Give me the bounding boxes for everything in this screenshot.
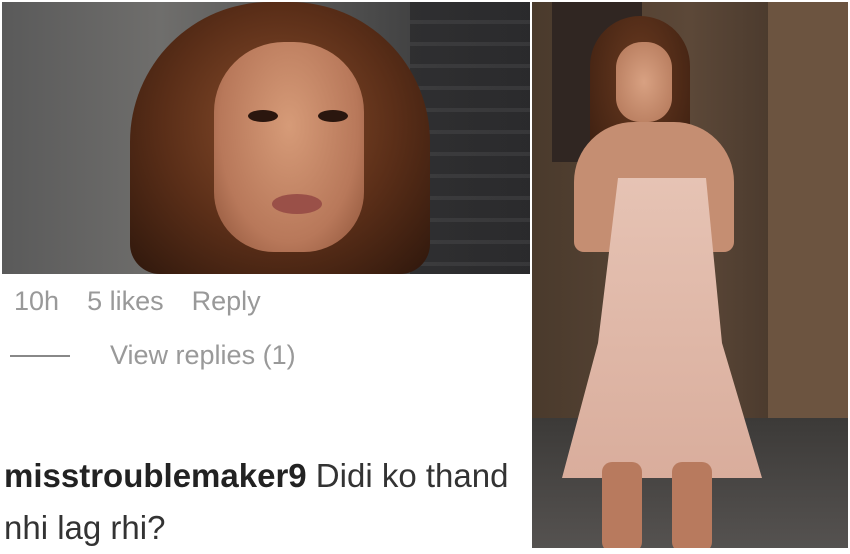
reply-button[interactable]: Reply (192, 286, 261, 317)
comment-text-line2: nhi lag rhi? (4, 509, 166, 546)
comment-time: 10h (14, 286, 60, 316)
view-replies-link[interactable]: View replies (1) (110, 340, 296, 371)
full-length-photo (532, 2, 848, 548)
replies-divider (10, 354, 70, 357)
comment-username[interactable]: misstroublemaker9 (4, 457, 307, 494)
comment-panel: 10h 5 likes Reply View replies (1) misst… (0, 274, 532, 550)
comment-likes[interactable]: 5 likes (87, 286, 164, 317)
face-shape (616, 42, 672, 122)
comment-text-line1: Didi ko thand (306, 457, 509, 494)
face-shape (214, 42, 364, 252)
right-eye (318, 110, 348, 122)
lips (272, 194, 322, 214)
right-leg (672, 462, 712, 548)
portrait-photo (2, 2, 530, 274)
comment-meta-row: 10h 5 likes Reply (14, 286, 261, 317)
comment-body: misstroublemaker9 Didi ko thand nhi lag … (4, 450, 529, 554)
collage-canvas: 10h 5 likes Reply View replies (1) misst… (0, 0, 850, 550)
left-eye (248, 110, 278, 122)
left-leg (602, 462, 642, 548)
view-replies-row[interactable]: View replies (1) (10, 340, 296, 371)
